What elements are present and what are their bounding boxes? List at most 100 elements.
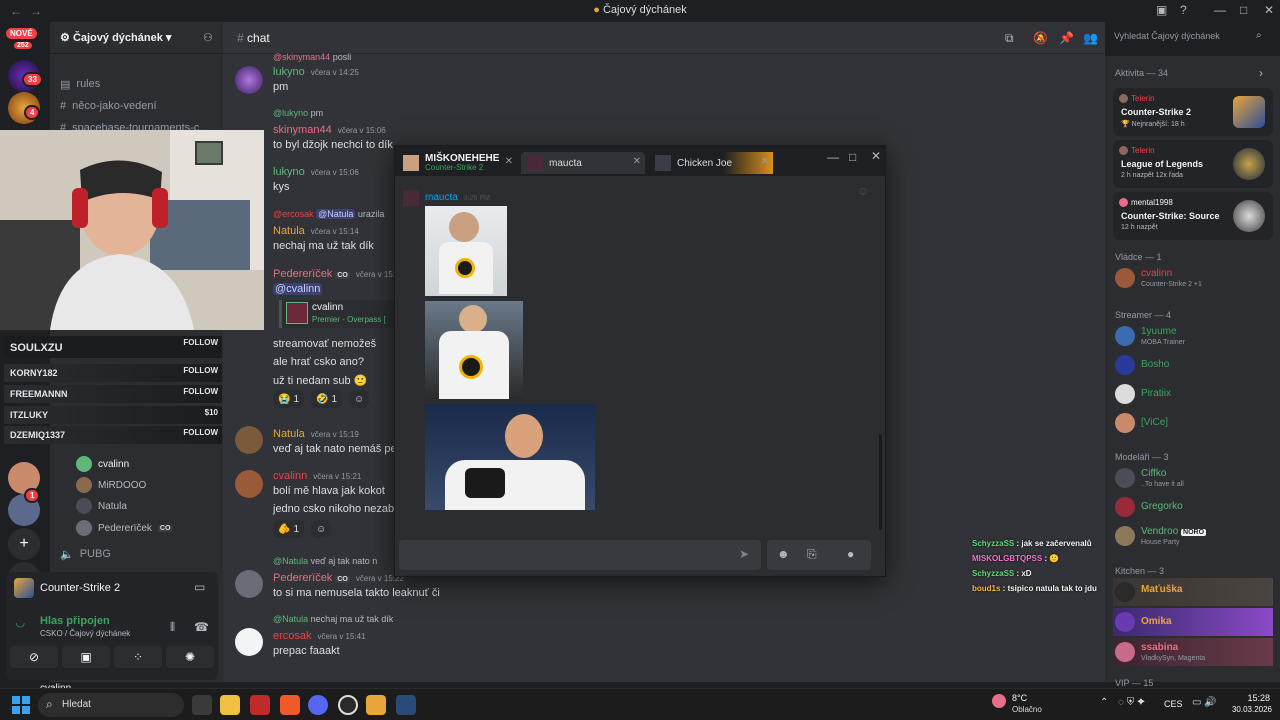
message-author[interactable]: lukyno včera v 15:06 — [273, 166, 359, 178]
inbox-icon[interactable]: ▣ — [1156, 3, 1167, 17]
message-author[interactable]: skinyman44 včera v 15:06 — [273, 124, 386, 136]
voice-channel-pubg[interactable]: 🔈 PUBG — [56, 544, 216, 564]
attachment-icon[interactable]: ⎘ — [807, 547, 817, 562]
avatar[interactable] — [235, 426, 263, 454]
popout-tab[interactable]: Chicken Joe ✕ — [649, 152, 773, 174]
close-tab-icon[interactable]: ✕ — [633, 156, 641, 167]
reaction[interactable]: 😭 1 — [273, 390, 305, 408]
language-indicator[interactable]: CES — [1164, 699, 1183, 709]
add-reaction-button[interactable]: ☺ — [311, 520, 332, 538]
image-attachment[interactable] — [425, 206, 507, 296]
activity-card[interactable]: mental1998 Counter-Strike: Source 12 h n… — [1113, 192, 1273, 240]
message-author[interactable]: lukyno včera v 14:25 — [273, 66, 359, 78]
brave-icon[interactable] — [280, 695, 300, 715]
voice-user[interactable]: MiRDOOO — [76, 476, 146, 494]
noise-icon[interactable]: ⫴ — [170, 620, 175, 635]
reply-preview[interactable]: @skinyman44 posli — [273, 52, 351, 62]
minimize-icon[interactable]: — — [827, 150, 839, 164]
weather-temp[interactable]: 8°C — [1012, 693, 1027, 703]
close-tab-icon[interactable]: ✕ — [761, 156, 769, 167]
voice-user[interactable]: cvalinn — [76, 455, 129, 473]
screen-share-button[interactable]: ▣ — [62, 646, 110, 668]
new-badge[interactable]: NOVÉ — [6, 28, 37, 39]
message-author[interactable]: Natula včera v 15:14 — [273, 225, 359, 237]
screen-share-icon[interactable]: ▭ — [194, 580, 205, 594]
app-icon[interactable] — [250, 695, 270, 715]
reply-preview[interactable]: @lukyno pm — [273, 108, 323, 118]
scrollbar[interactable] — [879, 434, 882, 530]
task-view-icon[interactable] — [192, 695, 212, 715]
popout-tab[interactable]: MIŠKONEHEHE Counter-Strike 2 ✕ — [397, 152, 517, 174]
video-off-button[interactable]: ⊘ — [10, 646, 58, 668]
embed[interactable]: cvalinn Premier - Overpass [ — [279, 300, 399, 328]
pin-icon[interactable]: 📌 — [1059, 31, 1074, 45]
image-attachment[interactable] — [425, 404, 595, 510]
cs2-taskbar-icon[interactable] — [366, 695, 386, 715]
avatar[interactable] — [235, 570, 263, 598]
mic-icon[interactable]: ● — [847, 547, 854, 561]
avatar[interactable] — [235, 628, 263, 656]
popout-tab-active[interactable]: maucta ✕ — [521, 152, 645, 174]
member-row[interactable]: Piratiix — [1113, 380, 1273, 408]
message-input[interactable]: ➤ — [399, 540, 761, 570]
weather-desc[interactable]: Oblačno — [1012, 705, 1042, 714]
message-author[interactable]: Natula včera v 15:19 — [273, 428, 359, 440]
close-icon[interactable]: ✕ — [1264, 3, 1274, 17]
server-header[interactable]: ⚙ Čajový dýchánek ▾ ⚇ — [50, 22, 223, 54]
obs-icon[interactable] — [338, 695, 358, 715]
help-icon[interactable]: ? — [1180, 3, 1187, 17]
reply-preview[interactable]: @ercosak @Natula urazila — [273, 209, 384, 219]
close-tab-icon[interactable]: ✕ — [505, 156, 513, 167]
explorer-icon[interactable] — [220, 695, 240, 715]
soundboard-button[interactable]: ✺ — [166, 646, 214, 668]
add-reaction-icon[interactable]: ☺ — [857, 184, 869, 198]
minimize-icon[interactable]: — — [1214, 3, 1226, 17]
windows-start-icon[interactable] — [12, 696, 30, 714]
member-row[interactable]: Bosho — [1113, 351, 1273, 379]
member-row[interactable]: Gregorko — [1113, 493, 1273, 521]
image-attachment[interactable] — [425, 301, 523, 399]
taskbar-search[interactable]: ⌕ Hledat — [38, 693, 184, 717]
tray-icons[interactable]: ◌ ⛨ ✦ — [1118, 697, 1145, 708]
discord-icon[interactable] — [308, 695, 328, 715]
member-row[interactable]: Maťuška — [1113, 578, 1273, 606]
member-row[interactable]: Vendroo NORO House Party — [1113, 522, 1273, 550]
voice-user[interactable]: Natula — [76, 497, 127, 515]
channel-rules[interactable]: ▤ rules — [56, 74, 216, 94]
steam-icon[interactable] — [396, 695, 416, 715]
reaction[interactable]: 🤣 1 — [311, 390, 343, 408]
member-row[interactable]: cvalinn Counter-Strike 2 +1 — [1113, 264, 1273, 292]
message-author[interactable]: ercosak včera v 15:41 — [273, 630, 366, 642]
disconnect-icon[interactable]: ☎ — [194, 620, 209, 634]
close-icon[interactable]: ✕ — [871, 149, 881, 163]
member-row[interactable]: Omika — [1113, 608, 1273, 636]
activities-button[interactable]: ⁘ — [114, 646, 162, 668]
message-author[interactable]: maucta 3:26 PM — [425, 192, 490, 203]
user-mention[interactable]: @cvalinn — [273, 283, 323, 295]
channel-vedeni[interactable]: # něco-jako-vedení — [56, 96, 216, 116]
activity-card[interactable]: Telerin League of Legends 2 h nazpět 12x… — [1113, 140, 1273, 188]
member-row[interactable]: ssabina VladkySyn, Magenta — [1113, 638, 1273, 666]
add-member-icon[interactable]: ⚇ — [203, 31, 213, 44]
emoji-icon[interactable]: ☻ — [777, 547, 790, 561]
add-server-icon[interactable]: + — [8, 528, 40, 560]
chevron-up-icon[interactable]: ⌃ — [1100, 697, 1108, 708]
network-volume-icons[interactable]: ▭ 🔊 — [1192, 697, 1217, 708]
member-row[interactable]: 1yuume MOBA Trainer — [1113, 322, 1273, 350]
clock-date[interactable]: 30.03.2026 — [1226, 705, 1272, 714]
avatar[interactable] — [235, 66, 263, 94]
chevron-right-icon[interactable]: › — [1259, 66, 1263, 80]
member-row[interactable]: Ciffko ..To have it all — [1113, 464, 1273, 492]
reply-preview[interactable]: @Natula veď aj tak nato n — [273, 556, 377, 566]
activity-card[interactable]: Telerin Counter-Strike 2 🏆 Nejnranější: … — [1113, 88, 1273, 136]
message-author[interactable]: cvalinn včera v 15:21 — [273, 470, 361, 482]
maximize-icon[interactable]: □ — [1240, 3, 1247, 17]
mute-icon[interactable]: 🔕 — [1033, 31, 1048, 45]
maximize-icon[interactable]: □ — [849, 150, 856, 164]
member-row[interactable]: [ViCe] — [1113, 409, 1273, 437]
avatar[interactable] — [403, 190, 419, 206]
send-icon[interactable]: ➤ — [739, 547, 749, 561]
message-author[interactable]: Pedererïček CO včera v 15:22 — [273, 572, 404, 584]
search-input[interactable]: Vyhledat Čajový dýchánek ⌕ — [1108, 26, 1272, 48]
voice-user[interactable]: Pedererïček CO — [76, 519, 173, 537]
